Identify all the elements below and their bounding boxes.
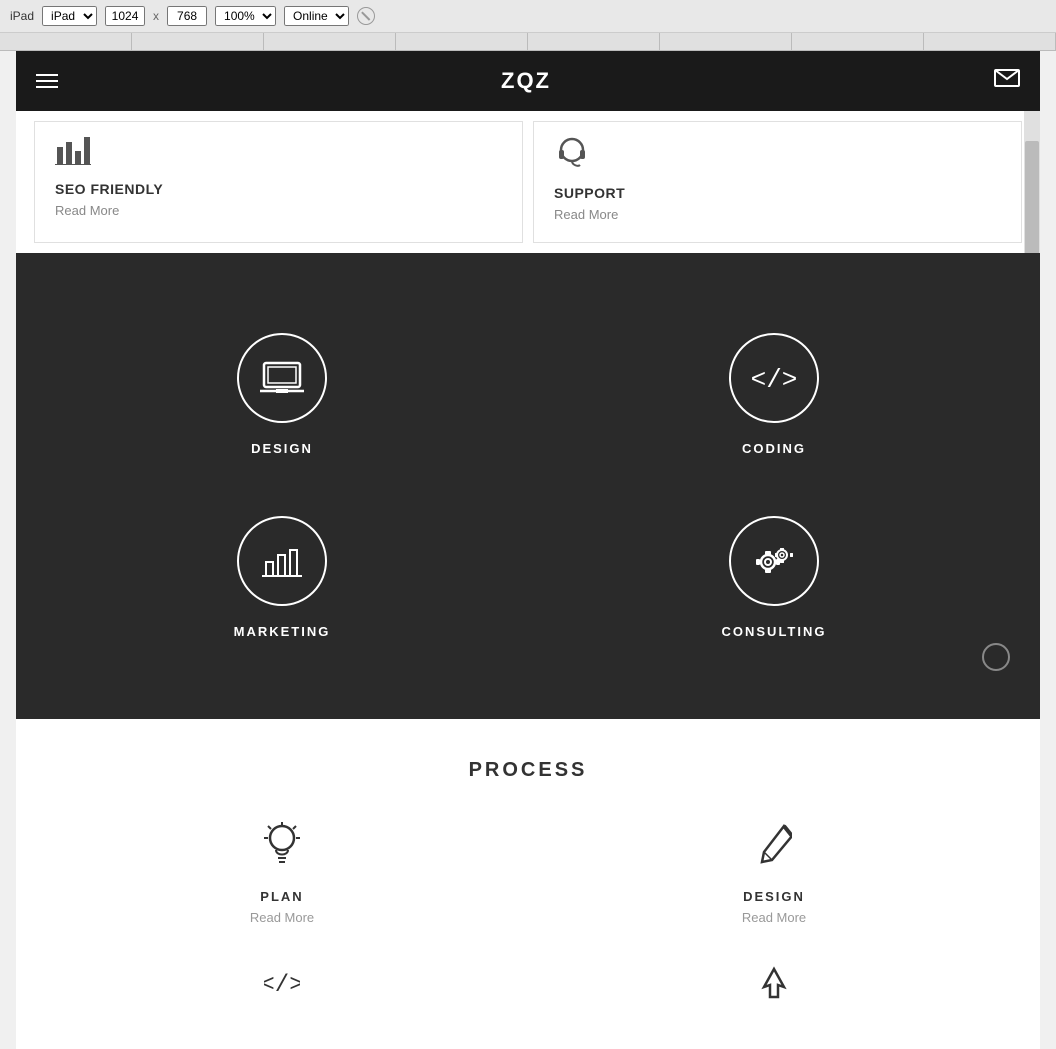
support-readmore[interactable]: Read More — [554, 207, 1001, 222]
coding-label: CODING — [742, 441, 806, 456]
device-label: iPad — [10, 9, 34, 23]
plan-icon — [264, 822, 300, 877]
plan-readmore[interactable]: Read More — [250, 910, 314, 925]
design-process-icon — [756, 822, 792, 877]
services-section: DESIGN </> CODING — [16, 253, 1040, 719]
ruler-segment — [396, 33, 528, 50]
code-process-item: </> — [36, 955, 528, 1019]
width-input[interactable] — [105, 6, 145, 26]
process-title: PROCESS — [36, 759, 1020, 782]
process-items-row2: </> — [36, 955, 1020, 1019]
consulting-label: CONSULTING — [722, 624, 827, 639]
dimension-separator: x — [153, 9, 159, 23]
scrollbar-thumb[interactable] — [1025, 141, 1039, 261]
service-consulting: CONSULTING — [528, 486, 1020, 669]
service-coding: </> CODING — [528, 303, 1020, 486]
rocket-process-icon — [756, 965, 792, 1009]
height-input[interactable] — [167, 6, 207, 26]
ruler-segment — [924, 33, 1056, 50]
coding-circle[interactable]: </> — [729, 333, 819, 423]
status-select[interactable]: Online — [284, 6, 349, 26]
hamburger-line — [36, 80, 58, 82]
ruler-segment — [0, 33, 132, 50]
hamburger-line — [36, 74, 58, 76]
seo-icon — [55, 137, 502, 173]
design-process-item: DESIGN Read More — [528, 812, 1020, 935]
hamburger-menu[interactable] — [36, 74, 58, 88]
service-design: DESIGN — [36, 303, 528, 486]
no-entry-icon — [357, 7, 375, 25]
service-marketing: MARKETING — [36, 486, 528, 669]
seo-readmore[interactable]: Read More — [55, 203, 502, 218]
site-header: ZQZ — [16, 51, 1040, 111]
page-wrapper: ZQZ — [16, 51, 1040, 1049]
circle-decoration — [982, 643, 1010, 671]
process-items-row1: PLAN Read More DESIGN Read More — [36, 812, 1020, 935]
process-section: PROCESS — [16, 719, 1040, 1049]
browser-chrome: iPad iPad x 100% Online — [0, 0, 1056, 33]
mail-icon[interactable] — [994, 69, 1020, 93]
marketing-circle[interactable] — [237, 516, 327, 606]
design-label: DESIGN — [251, 441, 313, 456]
support-title: SUPPORT — [554, 185, 1001, 201]
svg-text:</>: </> — [264, 972, 300, 995]
marketing-label: MARKETING — [234, 624, 331, 639]
plan-item: PLAN Read More — [36, 812, 528, 935]
rocket-process-item — [528, 955, 1020, 1019]
site-logo: ZQZ — [501, 68, 551, 94]
zoom-select[interactable]: 100% — [215, 6, 276, 26]
consulting-circle[interactable] — [729, 516, 819, 606]
ruler-segment — [792, 33, 924, 50]
device-select[interactable]: iPad — [42, 6, 97, 26]
cards-section: SEO FRIENDLY Read More SUPPORT Read More — [16, 111, 1040, 253]
ruler-bar-top — [0, 33, 1056, 51]
support-card: SUPPORT Read More — [533, 121, 1022, 243]
design-process-label: DESIGN — [743, 889, 805, 904]
svg-text:</>: </> — [751, 365, 798, 395]
plan-label: PLAN — [260, 889, 303, 904]
support-icon — [554, 137, 1001, 177]
seo-title: SEO FRIENDLY — [55, 181, 502, 197]
ruler-segment — [660, 33, 792, 50]
ruler-segment — [132, 33, 264, 50]
ruler-segment — [528, 33, 660, 50]
seo-card: SEO FRIENDLY Read More — [34, 121, 523, 243]
hamburger-line — [36, 86, 58, 88]
code-process-icon: </> — [264, 965, 300, 1003]
design-circle[interactable] — [237, 333, 327, 423]
design-process-readmore[interactable]: Read More — [742, 910, 806, 925]
ruler-segment — [264, 33, 396, 50]
